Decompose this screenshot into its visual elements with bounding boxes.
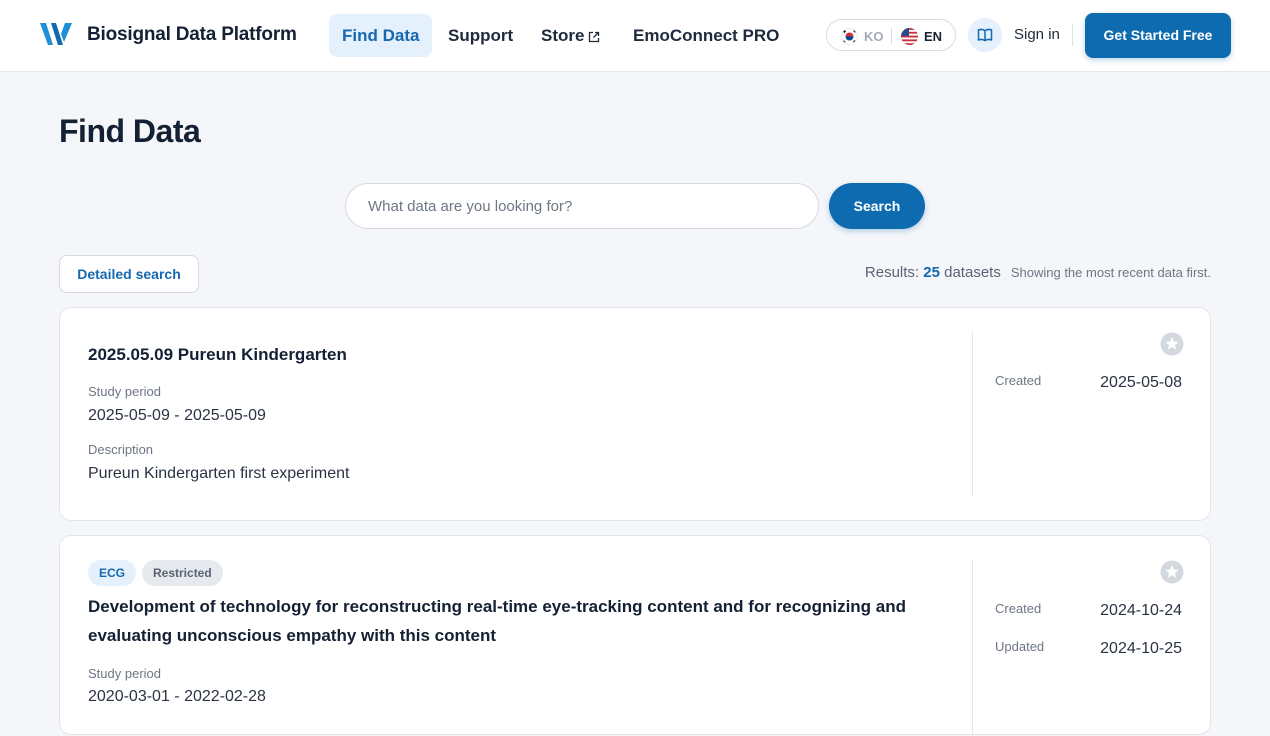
korea-flag-icon <box>841 27 858 45</box>
results-summary: Results: 25 datasets Showing the most re… <box>865 264 1211 281</box>
top-header: Biosignal Data Platform Find Data Suppor… <box>0 0 1270 72</box>
updated-date: 2024-10-25 <box>1100 640 1182 657</box>
results-unit: datasets <box>944 264 1001 281</box>
external-link-icon <box>589 31 600 42</box>
w-logo-icon[interactable] <box>39 20 77 48</box>
guide-button[interactable] <box>968 18 1002 52</box>
language-switcher: KO EN <box>826 19 956 51</box>
brand-name[interactable]: Biosignal Data Platform <box>87 24 297 46</box>
nav-support[interactable]: Support <box>435 14 526 57</box>
card-divider <box>972 560 973 736</box>
dataset-title[interactable]: Development of technology for reconstruc… <box>88 592 948 650</box>
study-period-value: 2025-05-09 - 2025-05-09 <box>88 407 266 424</box>
header-divider <box>1072 24 1073 46</box>
created-date: 2024-10-24 <box>1100 602 1182 619</box>
lang-divider <box>891 28 892 44</box>
card-divider <box>972 332 973 496</box>
study-period-label: Study period <box>88 666 161 681</box>
search-button[interactable]: Search <box>829 183 925 229</box>
us-flag-icon <box>901 27 918 45</box>
nav-store[interactable]: Store <box>528 14 613 57</box>
created-date: 2025-05-08 <box>1100 374 1182 391</box>
lang-ko-label: KO <box>864 28 884 44</box>
description-value: Pureun Kindergarten first experiment <box>88 465 350 482</box>
tag-ecg: ECG <box>88 560 137 586</box>
dataset-card[interactable]: 2025.05.09 Pureun Kindergarten Study per… <box>59 307 1211 521</box>
favorite-star-icon[interactable] <box>1160 332 1184 356</box>
nav-find-data[interactable]: Find Data <box>329 14 433 57</box>
search-input[interactable] <box>345 183 819 229</box>
nav-emoconnect-pro[interactable]: EmoConnect PRO <box>620 14 792 57</box>
results-count-text: Results: 25 datasets <box>865 264 1001 281</box>
lang-en-label: EN <box>924 28 943 44</box>
dataset-card[interactable]: ECG Restricted Development of technology… <box>59 535 1211 736</box>
sign-in-link[interactable]: Sign in <box>1014 26 1060 43</box>
book-icon <box>977 28 993 42</box>
nav-store-label: Store <box>541 26 585 45</box>
detailed-search-button[interactable]: Detailed search <box>59 255 199 293</box>
lang-ko-option[interactable]: KO <box>841 27 884 45</box>
dataset-title[interactable]: 2025.05.09 Pureun Kindergarten <box>88 340 948 369</box>
description-label: Description <box>88 442 154 457</box>
study-period-value: 2020-03-01 - 2022-02-28 <box>88 688 266 705</box>
get-started-button[interactable]: Get Started Free <box>1085 13 1231 58</box>
results-label: Results: <box>864 264 920 281</box>
study-period-label: Study period <box>88 384 161 399</box>
created-label: Created <box>995 601 1042 616</box>
updated-label: Updated <box>995 639 1045 654</box>
lang-en-option[interactable]: EN <box>901 27 942 45</box>
created-label: Created <box>995 373 1042 388</box>
results-count: 25 <box>923 264 940 281</box>
page-title: Find Data <box>59 113 201 149</box>
tag-restricted: Restricted <box>142 560 223 586</box>
results-sort-note: Showing the most recent data first. <box>1010 265 1211 280</box>
favorite-star-icon[interactable] <box>1160 560 1184 584</box>
